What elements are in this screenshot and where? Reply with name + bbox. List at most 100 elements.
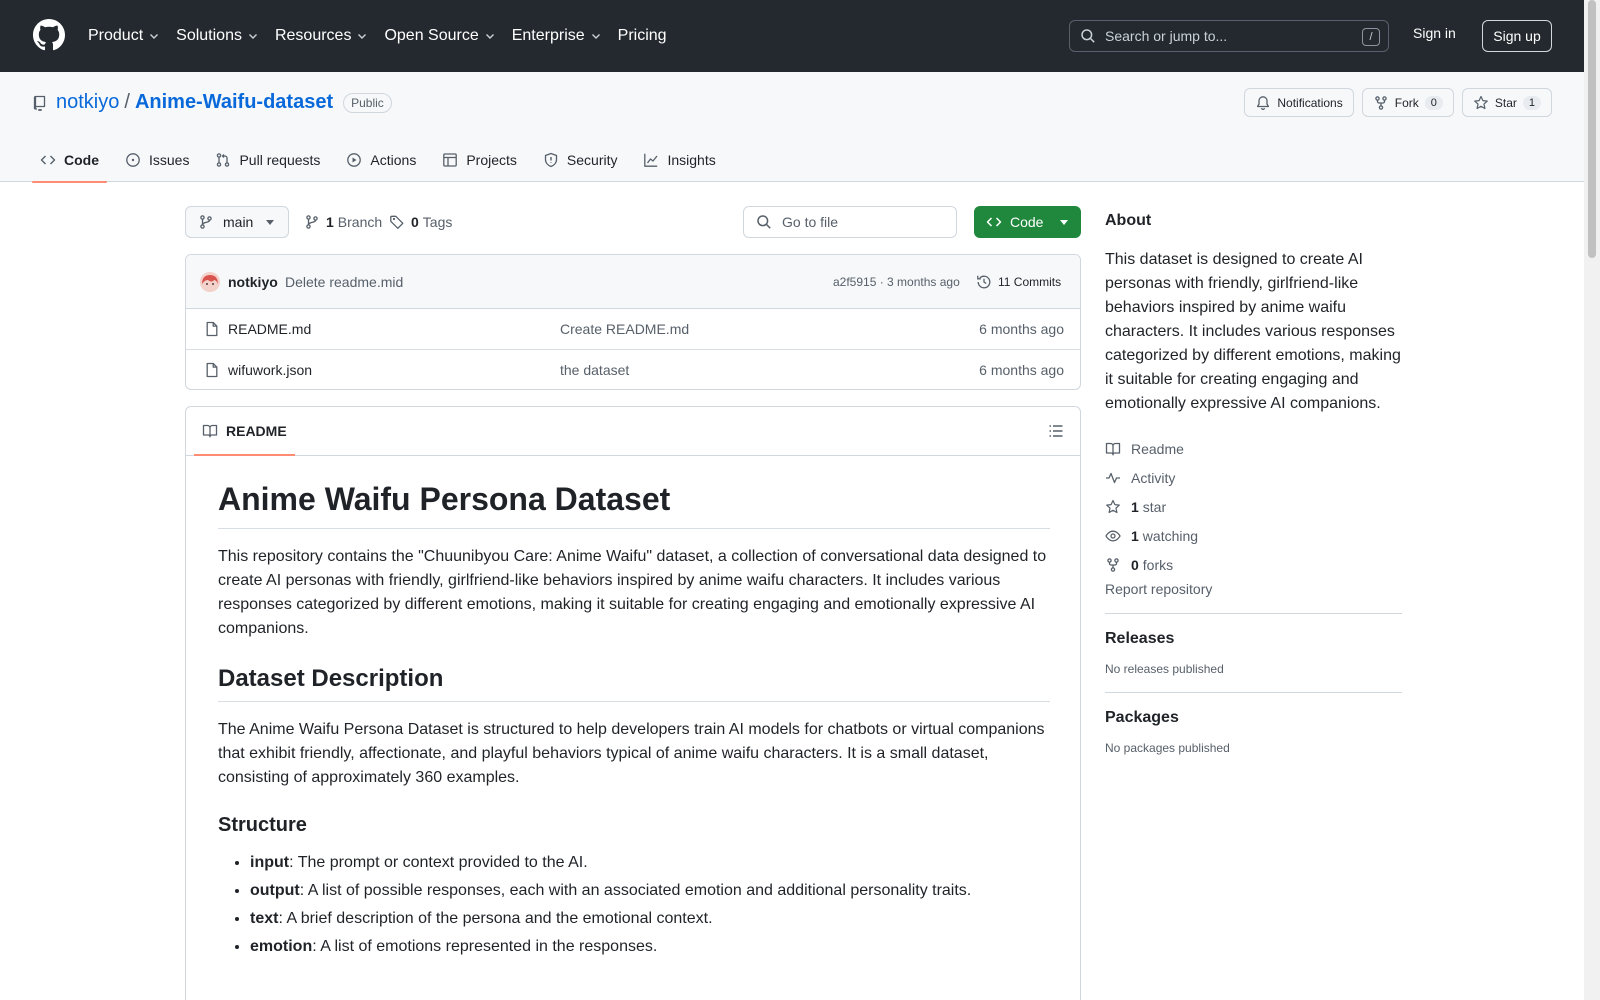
list-outline-icon[interactable] <box>1048 423 1064 439</box>
star-button[interactable]: Star 1 <box>1461 88 1552 117</box>
tab-security-label: Security <box>566 152 618 168</box>
star-count: 1 <box>1522 95 1541 110</box>
tab-pull-requests-label: Pull requests <box>239 152 321 168</box>
nav-solutions[interactable]: Solutions <box>176 27 259 45</box>
code-icon <box>40 155 56 165</box>
commits-count: 11 Commits <box>998 275 1062 289</box>
star-icon <box>1106 499 1120 513</box>
readme-link[interactable]: Readme <box>1105 434 1402 463</box>
fork-icon <box>1374 95 1387 110</box>
tab-security[interactable]: Security <box>535 138 626 182</box>
repo-tabs: Code Issues Pull requests Actions Projec… <box>32 138 734 183</box>
search-placeholder: Search or jump to... <box>1105 28 1228 44</box>
tab-issues-label: Issues <box>149 152 190 168</box>
releases-heading[interactable]: Releases <box>1105 630 1402 648</box>
tab-code[interactable]: Code <box>32 138 107 183</box>
list-item-desc: : A list of emotions represented in the … <box>312 938 658 955</box>
code-dropdown-button[interactable]: Code <box>974 206 1081 238</box>
readme-description: The Anime Waifu Persona Dataset is struc… <box>218 721 1045 786</box>
shield-icon <box>544 152 558 168</box>
notifications-button[interactable]: Notifications <box>1244 88 1354 117</box>
nav-product[interactable]: Product <box>88 27 160 45</box>
sign-in-link[interactable]: Sign in <box>1413 25 1456 41</box>
nav-resources[interactable]: Resources <box>275 27 368 45</box>
fork-button[interactable]: Fork 0 <box>1361 88 1454 117</box>
file-commit-message[interactable]: Create README.md <box>560 321 689 337</box>
repo-owner-link[interactable]: notkiyo <box>56 91 119 114</box>
go-to-file-input[interactable]: Go to file <box>743 206 957 238</box>
readme-heading-description: Dataset Description <box>218 665 1050 702</box>
activity-link[interactable]: Activity <box>1105 463 1402 492</box>
branch-selector[interactable]: main <box>185 206 289 238</box>
chevron-down-icon <box>150 34 159 39</box>
avatar[interactable] <box>200 272 220 292</box>
fork-icon <box>1107 557 1119 572</box>
tab-actions[interactable]: Actions <box>338 138 424 182</box>
file-commit-message[interactable]: the dataset <box>560 362 629 378</box>
tags-link[interactable]: 0 Tags <box>389 214 452 230</box>
releases-empty-text: No releases published <box>1105 662 1224 676</box>
branch-name: main <box>223 214 254 230</box>
list-item-desc: : The prompt or context provided to the … <box>289 854 588 871</box>
tab-projects[interactable]: Projects <box>434 138 525 182</box>
watchers-count: 1 <box>1131 527 1139 544</box>
tab-insights-label: Insights <box>667 152 716 168</box>
repo-icon <box>33 95 46 111</box>
report-repository-link[interactable]: Report repository <box>1105 581 1402 597</box>
list-item-desc: : A brief description of the persona and… <box>278 910 713 927</box>
list-item-term: text <box>250 910 279 927</box>
issue-icon <box>126 153 140 167</box>
nav-enterprise[interactable]: Enterprise <box>512 27 602 45</box>
branch-icon <box>200 215 212 229</box>
commit-message[interactable]: Delete readme.mid <box>285 274 403 290</box>
tab-projects-label: Projects <box>466 152 517 168</box>
search-input[interactable]: Search or jump to... / <box>1069 20 1389 52</box>
forks-count: 0 <box>1131 556 1139 573</box>
tab-pull-requests[interactable]: Pull requests <box>207 138 328 182</box>
packages-heading[interactable]: Packages <box>1105 709 1402 727</box>
nav-open-source[interactable]: Open Source <box>384 27 495 45</box>
list-item-term: output <box>250 882 300 899</box>
readme-heading-structure: Structure <box>218 814 307 836</box>
file-name-link[interactable]: README.md <box>228 321 311 337</box>
scrollbar-thumb[interactable] <box>1588 0 1596 258</box>
readme-tab-label: README <box>226 423 287 439</box>
commit-hash-time[interactable]: a2f5915 · 3 months ago <box>833 275 960 289</box>
commits-link[interactable]: 11 Commits <box>976 274 1061 290</box>
tag-count: 0 <box>411 214 419 230</box>
watchers-label: watching <box>1142 527 1199 544</box>
list-item-term: emotion <box>250 938 313 955</box>
github-logo-icon[interactable] <box>33 19 65 51</box>
notifications-label: Notifications <box>1277 95 1343 110</box>
file-commit-date: 6 months ago <box>979 321 1064 337</box>
repo-actions: Notifications Fork 0 Star 1 <box>1236 88 1552 117</box>
file-table: notkiyo Delete readme.mid a2f5915 · 3 mo… <box>185 254 1081 390</box>
file-name-link[interactable]: wifuwork.json <box>228 362 312 378</box>
sidebar-divider <box>1105 613 1402 614</box>
activity-link-label: Activity <box>1131 469 1176 486</box>
repo-name-link[interactable]: Anime-Waifu-dataset <box>135 91 333 114</box>
readme-tab[interactable]: README <box>194 407 295 456</box>
chevron-down-icon <box>358 34 367 39</box>
file-icon <box>206 321 218 337</box>
nav-product-label: Product <box>88 27 144 44</box>
watchers-link[interactable]: 1 watching <box>1105 521 1402 550</box>
packages-empty-text: No packages published <box>1105 741 1230 755</box>
nav-enterprise-label: Enterprise <box>511 27 585 44</box>
branches-link[interactable]: 1 Branch <box>304 214 382 230</box>
readme-content: Anime Waifu Persona Dataset This reposit… <box>218 481 1050 963</box>
search-shortcut-key: / <box>1362 28 1380 46</box>
branch-label: Branch <box>337 214 383 230</box>
tab-issues[interactable]: Issues <box>117 138 197 182</box>
nav-open-source-label: Open Source <box>384 27 479 44</box>
forks-link[interactable]: 0 forks <box>1105 550 1402 579</box>
nav-solutions-label: Solutions <box>176 27 242 44</box>
page-scrollbar[interactable] <box>1584 0 1600 1000</box>
stars-link[interactable]: 1 star <box>1105 492 1402 521</box>
nav-pricing[interactable]: Pricing <box>618 27 667 45</box>
star-icon <box>1473 95 1488 109</box>
pulse-icon <box>1106 472 1120 483</box>
sign-up-button[interactable]: Sign up <box>1482 20 1552 52</box>
commit-author[interactable]: notkiyo <box>228 274 278 290</box>
tab-insights[interactable]: Insights <box>635 138 723 182</box>
